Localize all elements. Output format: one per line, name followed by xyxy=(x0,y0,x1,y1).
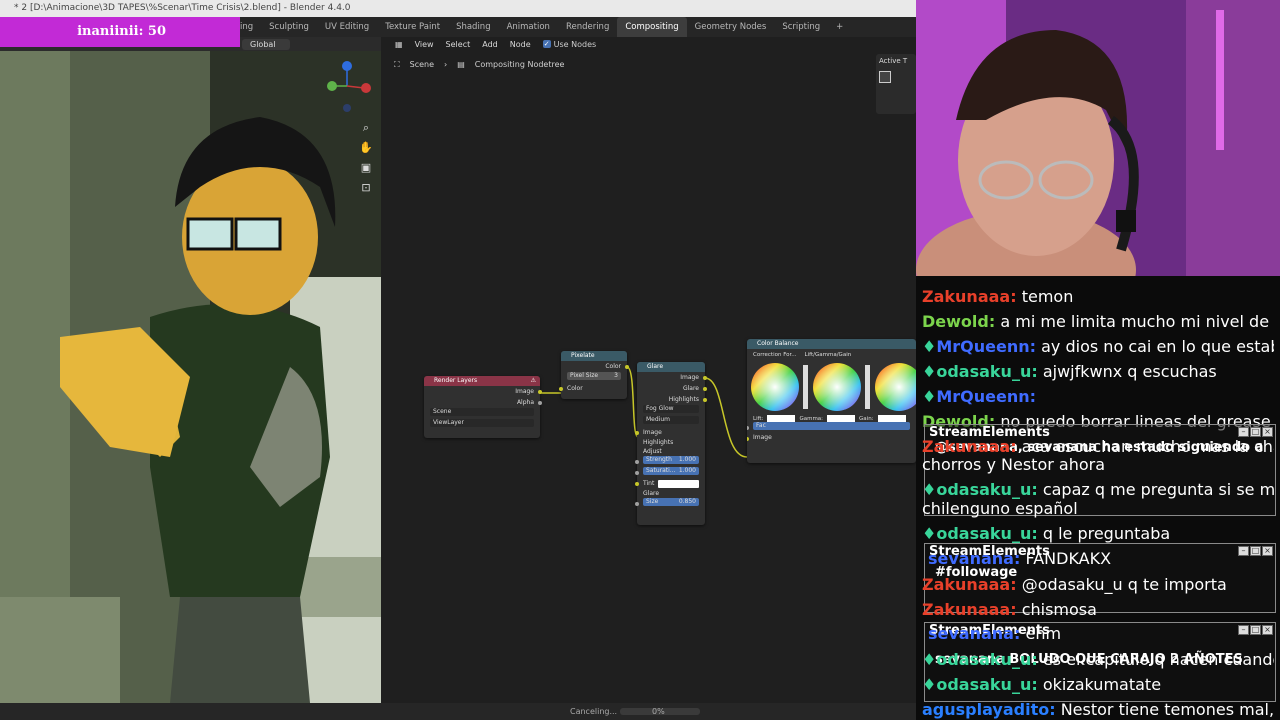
chat-message: ♦odasaku_u: capaz q me pregunta si se mu… xyxy=(922,480,1274,499)
chat-message: Zakunaaa: chismosa xyxy=(922,600,1097,619)
tint-swatch[interactable] xyxy=(658,479,699,488)
badge-icon: ♦ xyxy=(922,524,937,543)
lgg-swatches-row: Lift: Gamma: Gain: xyxy=(747,415,916,422)
window-title-bar: * 2 [D:\Animacione\3D TAPES\%Scenar\Time… xyxy=(0,0,916,17)
camera-icon[interactable]: ▣ xyxy=(359,158,373,178)
tab-shading[interactable]: Shading xyxy=(448,17,499,37)
tab-texture-paint[interactable]: Texture Paint xyxy=(377,17,448,37)
output-image: Image xyxy=(637,372,707,383)
window-title: * 2 [D:\Animacione\3D TAPES\%Scenar\Time… xyxy=(14,3,351,13)
glare-type-dropdown[interactable]: Fog Glow xyxy=(637,405,705,416)
pixel-size-field[interactable]: Pixel Size 3 xyxy=(561,372,627,383)
strength-field[interactable]: Strength 1.000 xyxy=(635,456,705,467)
tab-compositing[interactable]: Compositing xyxy=(617,17,687,37)
pan-hand-icon[interactable]: ✋ xyxy=(359,138,373,158)
tab-animation[interactable]: Animation xyxy=(499,17,558,37)
tab-geometry-nodes[interactable]: Geometry Nodes xyxy=(687,17,775,37)
job-progress-percent: 0% xyxy=(652,707,665,716)
badge-icon: ♦ xyxy=(922,387,937,406)
size-field[interactable]: Size 0.850 xyxy=(635,498,705,509)
gamma-swatch[interactable] xyxy=(827,415,856,422)
render-layers-node[interactable]: Render Layers ⚠ Image Alpha Scene ViewLa… xyxy=(424,376,542,438)
node-title: Render Layers xyxy=(434,377,478,384)
color-wheels[interactable] xyxy=(747,361,916,413)
badge-icon: ♦ xyxy=(922,675,937,694)
output-glare: Glare xyxy=(637,383,707,394)
tint-field[interactable]: Tint xyxy=(635,478,705,489)
chat-message: sevanana: FANDKAKX xyxy=(928,549,1112,568)
tab-scripting[interactable]: Scripting xyxy=(774,17,828,37)
webcam-image xyxy=(916,0,1280,276)
chat-message: Zakunaaa: temon xyxy=(922,287,1074,306)
chat-message: Dewold: a mi me limita mucho mi nivel de… xyxy=(922,312,1274,331)
glare-panel[interactable]: Glare xyxy=(637,489,705,498)
badge-icon: ♦ xyxy=(922,650,937,669)
chat-message: ♦odasaku_u: es el capitulo q hacen cuand… xyxy=(922,650,1274,669)
add-workspace-button[interactable]: + xyxy=(828,17,851,37)
badge-icon: ♦ xyxy=(922,362,937,381)
pixelate-node[interactable]: Pixelate Color Pixel Size 3 Color xyxy=(559,351,629,399)
mode-dropdown[interactable]: Lift/Gamma/Gain xyxy=(805,352,852,358)
chat-message: chilenguno español xyxy=(922,499,1078,518)
transform-orientation-dropdown[interactable]: Global xyxy=(242,39,290,50)
output-highlights: Highlights xyxy=(637,394,707,405)
close-icon[interactable]: × xyxy=(1262,427,1273,437)
warning-icon: ⚠ xyxy=(530,377,536,384)
chat-message: chorros y Nestor ahora xyxy=(922,455,1106,474)
tab-sculpting[interactable]: Sculpting xyxy=(261,17,317,37)
render-layers-header[interactable]: Render Layers ⚠ xyxy=(424,376,540,386)
output-color: Color xyxy=(561,361,629,372)
input-image: Image xyxy=(747,433,916,442)
saturation-field[interactable]: Saturati... 1.000 xyxy=(635,467,705,478)
color-balance-node[interactable]: Color Balance Correction For... Lift/Gam… xyxy=(747,339,916,463)
tab-rendering[interactable]: Rendering xyxy=(558,17,617,37)
fac-field[interactable]: Fac xyxy=(747,422,916,433)
chat-message: ♦odasaku_u: ajwjfkwnx q escuchas xyxy=(922,362,1217,381)
chat-message: ♦odasaku_u: okizakumatate xyxy=(922,675,1162,694)
color-balance-header[interactable]: Color Balance xyxy=(747,339,916,349)
glare-node[interactable]: Glare Image Glare Highlights Fog Glow Me… xyxy=(635,362,707,525)
maximize-icon[interactable]: □ xyxy=(1250,427,1261,437)
chat-message: ♦MrQueenn: xyxy=(922,387,1037,406)
tab-uv-editing[interactable]: UV Editing xyxy=(317,17,377,37)
viewlayer-field[interactable]: ViewLayer xyxy=(424,419,540,430)
output-alpha: Alpha xyxy=(424,397,542,408)
status-bar: Canceling... 0% xyxy=(0,703,916,720)
job-status-text: Canceling... xyxy=(570,707,618,716)
chat-message: ♦odasaku_u: q le preguntaba xyxy=(922,524,1171,543)
window-controls: – □ × xyxy=(1238,427,1273,437)
scene-field[interactable]: Scene xyxy=(424,408,540,419)
webcam-feed xyxy=(916,0,1280,276)
stream-counter-overlay: inaniinii: 50 xyxy=(0,17,240,47)
chat-message: Zakunaaa: @odasaku_u q te importa xyxy=(922,575,1227,594)
minimize-icon[interactable]: – xyxy=(1238,427,1249,437)
quality-dropdown[interactable]: Medium xyxy=(637,416,705,427)
chat-message: Zakunaaa: aca escuchan mucho mas la cham… xyxy=(922,437,1274,456)
highlights-panel[interactable]: Highlights xyxy=(637,438,705,447)
adjust-panel[interactable]: Adjust xyxy=(637,447,705,456)
chat-message: agusplayadito: Nestor tiene temones mal,… xyxy=(922,700,1274,719)
badge-icon: ♦ xyxy=(922,480,937,499)
glare-header[interactable]: Glare xyxy=(637,362,705,372)
chat-message: ♦MrQueenn: ay dios no cai en lo que esta… xyxy=(922,337,1274,356)
output-image: Image xyxy=(424,386,542,397)
gain-swatch[interactable] xyxy=(877,415,906,422)
input-image: Image xyxy=(635,427,705,438)
lock-icon[interactable]: ⊡ xyxy=(359,178,373,198)
correction-row: Correction For... Lift/Gamma/Gain xyxy=(753,352,852,358)
badge-icon: ♦ xyxy=(922,337,937,356)
pixelate-header[interactable]: Pixelate xyxy=(561,351,627,361)
lift-swatch[interactable] xyxy=(767,415,796,422)
zoom-icon[interactable]: ⌕ xyxy=(359,118,373,138)
chat-message: sevanana: ehm xyxy=(928,624,1062,643)
input-color: Color xyxy=(559,383,627,394)
